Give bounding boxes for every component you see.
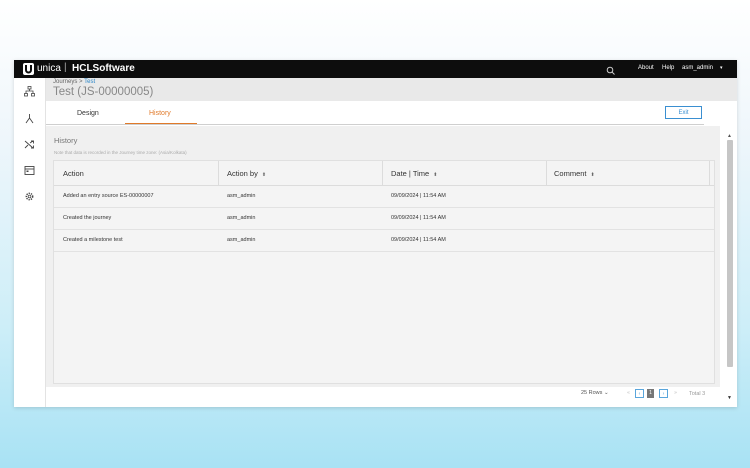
cell-action: Created a milestone test bbox=[63, 237, 123, 243]
first-page-icon[interactable]: « bbox=[624, 389, 633, 398]
timezone-note: Note that data is recorded in the Journe… bbox=[54, 150, 187, 155]
total-count: Total 3 bbox=[689, 391, 706, 397]
page-header: Journeys > Test Test (JS-00000005) bbox=[46, 78, 737, 101]
column-divider[interactable] bbox=[709, 161, 710, 185]
history-panel: History Note that data is recorded in th… bbox=[46, 126, 720, 387]
cell-action-by: asm_admin bbox=[227, 215, 256, 221]
journeys-icon[interactable] bbox=[24, 84, 35, 97]
cell-date-time: 09/09/2024 | 11:54 AM bbox=[391, 215, 446, 221]
cell-date-time: 09/09/2024 | 11:54 AM bbox=[391, 193, 446, 199]
user-menu[interactable]: asm_admin bbox=[682, 65, 713, 71]
brand-separator: | bbox=[64, 62, 67, 73]
tab-history[interactable]: History bbox=[149, 110, 171, 117]
left-nav bbox=[14, 78, 46, 407]
active-tab-indicator bbox=[125, 123, 197, 124]
next-page-icon[interactable]: › bbox=[659, 389, 668, 398]
breadcrumb-separator: > bbox=[79, 79, 83, 85]
history-table: Action Action by ⬍ Date | Time ⬍ Comment ⬍ … bbox=[53, 160, 715, 384]
column-action-by[interactable]: Action by ⬍ bbox=[227, 169, 266, 178]
tab-design[interactable]: Design bbox=[77, 110, 99, 117]
shuffle-icon[interactable] bbox=[24, 137, 35, 149]
scroll-up-icon[interactable]: ▲ bbox=[727, 133, 732, 139]
prev-page-icon[interactable]: ‹ bbox=[635, 389, 644, 398]
unica-logo-icon bbox=[23, 63, 34, 75]
column-date-time-label: Date | Time bbox=[391, 169, 430, 178]
table-row[interactable]: Added an entry source ES-00000007 asm_ad… bbox=[54, 185, 714, 208]
sort-icon[interactable]: ⬍ bbox=[591, 172, 595, 178]
vertical-scrollbar[interactable]: ▲ ▼ bbox=[726, 133, 734, 402]
breadcrumb-journeys[interactable]: Journeys bbox=[53, 79, 77, 85]
page-title: Test (JS-00000005) bbox=[53, 86, 154, 98]
scrollbar-thumb[interactable] bbox=[727, 140, 733, 367]
company-logo: HCLSoftware bbox=[72, 63, 135, 74]
column-divider[interactable] bbox=[546, 161, 547, 185]
gear-icon[interactable] bbox=[24, 189, 35, 201]
cell-action: Added an entry source ES-00000007 bbox=[63, 193, 154, 199]
search-icon[interactable] bbox=[606, 63, 616, 75]
branch-icon[interactable] bbox=[24, 111, 35, 124]
column-divider[interactable] bbox=[218, 161, 219, 185]
tab-bar: Design History Exit bbox=[46, 104, 704, 125]
scroll-down-icon[interactable]: ▼ bbox=[727, 395, 732, 401]
cell-action: Created the journey bbox=[63, 215, 112, 221]
top-bar: unica | HCLSoftware About Help asm_admin… bbox=[14, 60, 737, 78]
column-divider[interactable] bbox=[382, 161, 383, 185]
chevron-down-icon[interactable]: ▾ bbox=[720, 65, 723, 71]
chevron-down-icon: ⌄ bbox=[603, 390, 609, 396]
column-comment-label: Comment bbox=[554, 169, 587, 178]
column-action[interactable]: Action bbox=[63, 169, 84, 178]
column-action-by-label: Action by bbox=[227, 169, 258, 178]
pagination: 25 Rows ⌄ « ‹ 1 › » Total 3 bbox=[574, 388, 714, 402]
column-date-time[interactable]: Date | Time ⬍ bbox=[391, 169, 437, 178]
brand-name: unica bbox=[37, 63, 61, 74]
last-page-icon[interactable]: » bbox=[671, 389, 680, 398]
calendar-icon[interactable] bbox=[24, 163, 35, 175]
cell-date-time: 09/09/2024 | 11:54 AM bbox=[391, 237, 446, 243]
sort-icon[interactable]: ⬍ bbox=[262, 172, 266, 178]
help-link[interactable]: Help bbox=[662, 65, 674, 71]
section-title: History bbox=[54, 136, 78, 145]
breadcrumb-current[interactable]: Test bbox=[84, 79, 95, 85]
page-number-current[interactable]: 1 bbox=[647, 389, 654, 398]
table-row[interactable]: Created the journey asm_admin 09/09/2024… bbox=[54, 207, 714, 230]
cell-action-by: asm_admin bbox=[227, 193, 256, 199]
rows-per-page-select[interactable]: 25 Rows ⌄ bbox=[581, 390, 609, 396]
column-comment[interactable]: Comment ⬍ bbox=[554, 169, 595, 178]
breadcrumb: Journeys > Test bbox=[53, 79, 95, 85]
about-link[interactable]: About bbox=[638, 65, 654, 71]
exit-button[interactable]: Exit bbox=[665, 106, 702, 119]
app-window: unica | HCLSoftware About Help asm_admin… bbox=[14, 60, 737, 407]
table-row[interactable]: Created a milestone test asm_admin 09/09… bbox=[54, 229, 714, 252]
rows-per-page-label: 25 Rows bbox=[581, 390, 603, 396]
table-header: Action Action by ⬍ Date | Time ⬍ Comment ⬍ bbox=[54, 161, 714, 186]
cell-action-by: asm_admin bbox=[227, 237, 256, 243]
sort-icon[interactable]: ⬍ bbox=[433, 172, 437, 178]
